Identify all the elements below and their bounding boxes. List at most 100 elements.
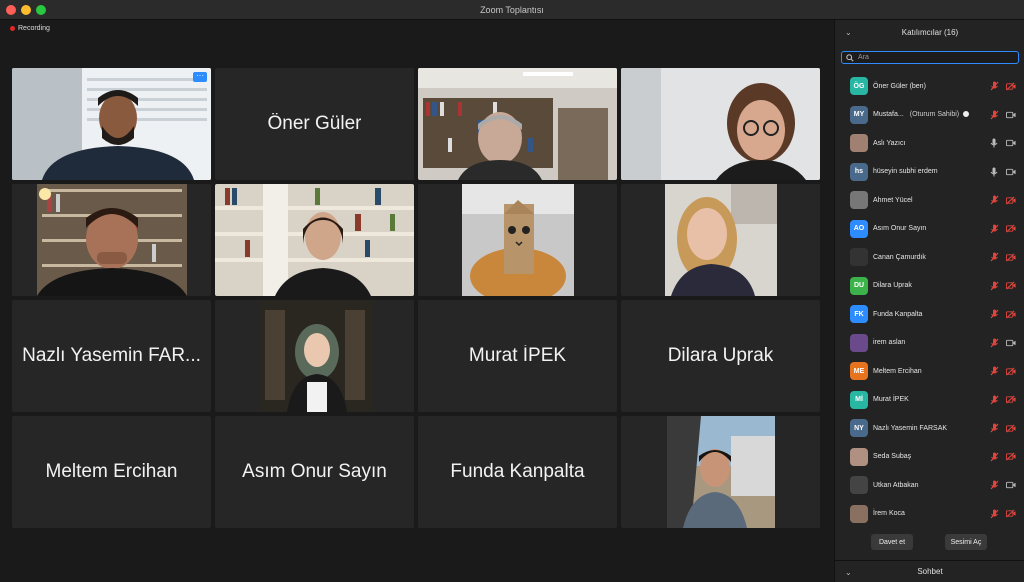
microphone-muted-icon[interactable] (989, 509, 999, 519)
participant-row[interactable]: AO Asım Onur Sayın (835, 215, 1024, 243)
participant-row[interactable]: irem aslan (835, 329, 1024, 357)
microphone-muted-icon[interactable] (989, 252, 999, 262)
participant-row[interactable]: NY Nazlı Yasemin FARSAK (835, 414, 1024, 442)
video-camera-off-icon[interactable] (1006, 452, 1016, 462)
participant-avatar: ÖG (850, 77, 868, 95)
participant-row[interactable]: Utkan Atbakan (835, 471, 1024, 499)
participant-row[interactable]: MY Mustafa... (Oturum Sahibi) (835, 101, 1024, 129)
video-tile-murat-ipek[interactable]: Murat İPEK (418, 300, 617, 412)
video-camera-off-icon[interactable] (1006, 395, 1016, 405)
participant-name: Utkan Atbakan (873, 482, 919, 489)
participant-row[interactable]: Seda Subaş (835, 443, 1024, 471)
microphone-muted-icon[interactable] (989, 480, 999, 490)
unmute-me-button[interactable]: Sesimi Aç (945, 534, 987, 550)
video-camera-off-icon[interactable] (1006, 81, 1016, 91)
video-tile-irem-koca[interactable] (215, 300, 414, 412)
microphone-muted-icon[interactable] (989, 423, 999, 433)
video-tile-seda[interactable] (621, 184, 820, 296)
participant-row[interactable]: ÖG Öner Güler (ben) (835, 72, 1024, 100)
participant-name: Seda Subaş (873, 453, 911, 460)
participant-row[interactable]: hs hüseyin subhi erdem (835, 158, 1024, 186)
video-camera-off-icon[interactable] (1006, 195, 1016, 205)
tile-participant-name: Meltem Ercihan (45, 461, 178, 482)
participant-name-text: Meltem Ercihan (873, 367, 922, 375)
video-tile-asli-yazici[interactable] (621, 68, 820, 180)
participant-row[interactable]: DU Dilara Uprak (835, 272, 1024, 300)
tile-participant-name: Murat İPEK (468, 345, 567, 366)
chat-header[interactable]: ⌄ Sohbet (835, 560, 1024, 582)
video-camera-off-icon[interactable] (1006, 252, 1016, 262)
participant-search-box[interactable] (841, 51, 1019, 64)
participant-name-text: Canan Çamurdık (873, 253, 926, 261)
microphone-muted-icon[interactable] (989, 195, 999, 205)
video-tile-meltem-ercihan[interactable]: Meltem Ercihan (12, 416, 211, 528)
video-camera-off-icon[interactable] (1006, 281, 1016, 291)
microphone-muted-icon[interactable] (989, 81, 999, 91)
participant-video (621, 68, 820, 180)
video-tile-oner-guler[interactable]: Öner Güler (215, 68, 414, 180)
video-camera-off-icon[interactable] (1006, 366, 1016, 376)
participant-video (12, 184, 211, 296)
video-camera-icon[interactable] (1006, 167, 1016, 177)
tile-participant-name: Öner Güler (267, 113, 362, 134)
participant-row[interactable]: Ahmet Yücel (835, 186, 1024, 214)
video-tile-nazli-yasemin[interactable]: Nazlı Yasemin FAR... (12, 300, 211, 412)
microphone-muted-icon[interactable] (989, 224, 999, 234)
participant-row[interactable]: İrem Koca (835, 500, 1024, 528)
participant-video (215, 184, 414, 296)
microphone-icon[interactable] (989, 138, 999, 148)
recording-indicator[interactable]: Recording (10, 25, 50, 32)
video-tile-mustafa[interactable]: ··· (12, 68, 211, 180)
participant-name-text: Mustafa... (873, 111, 904, 118)
video-tile-asim-onur-sayin[interactable]: Asım Onur Sayın (215, 416, 414, 528)
video-camera-off-icon[interactable] (1006, 309, 1016, 319)
video-camera-off-icon[interactable] (1006, 423, 1016, 433)
microphone-muted-icon[interactable] (989, 366, 999, 376)
microphone-muted-icon[interactable] (989, 338, 999, 348)
participant-row[interactable]: ME Meltem Ercihan (835, 357, 1024, 385)
maximize-window-button[interactable] (36, 5, 46, 15)
video-camera-off-icon[interactable] (1006, 509, 1016, 519)
minimize-window-button[interactable] (21, 5, 31, 15)
video-tile-funda-kanpalta[interactable]: Funda Kanpalta (418, 416, 617, 528)
participant-video (215, 300, 414, 412)
video-camera-icon[interactable] (1006, 338, 1016, 348)
participant-name-text: Murat İPEK (873, 396, 909, 403)
participant-name-text: Utkan Atbakan (873, 481, 919, 489)
video-tile-utkan[interactable] (621, 416, 820, 528)
participant-row[interactable]: Aslı Yazıcı (835, 129, 1024, 157)
microphone-muted-icon[interactable] (989, 309, 999, 319)
participant-avatar (850, 504, 868, 523)
participant-avatar: NY (850, 419, 868, 437)
video-camera-off-icon[interactable] (1006, 224, 1016, 234)
participant-row[interactable]: Canan Çamurdık (835, 243, 1024, 271)
video-camera-icon[interactable] (1006, 138, 1016, 148)
video-tile-huseyin[interactable] (418, 68, 617, 180)
video-tile-ahmet[interactable] (12, 184, 211, 296)
microphone-muted-icon[interactable] (989, 110, 999, 120)
microphone-muted-icon[interactable] (989, 452, 999, 462)
microphone-icon[interactable] (989, 167, 999, 177)
video-tile-dilara-uprak[interactable]: Dilara Uprak (621, 300, 820, 412)
participant-avatar: MY (850, 105, 868, 124)
participant-video (621, 184, 820, 296)
video-camera-icon[interactable] (1006, 480, 1016, 490)
participant-search-input[interactable] (858, 54, 1008, 61)
microphone-muted-icon[interactable] (989, 281, 999, 291)
close-window-button[interactable] (6, 5, 16, 15)
video-tile-canan[interactable] (215, 184, 414, 296)
microphone-muted-icon[interactable] (989, 395, 999, 405)
tile-participant-name: Asım Onur Sayın (242, 461, 387, 482)
participant-name: Canan Çamurdık (873, 254, 926, 261)
video-tile-irem-aslan[interactable] (418, 184, 617, 296)
expand-chevron-icon[interactable]: ⌄ (845, 568, 852, 577)
video-camera-icon[interactable] (1006, 110, 1016, 120)
invite-button[interactable]: Davet et (871, 534, 913, 550)
participant-avatar (850, 447, 868, 466)
collapse-chevron-icon[interactable]: ⌄ (845, 28, 852, 37)
participant-row[interactable]: FK Funda Kanpalta (835, 300, 1024, 328)
participant-name: İrem Koca (873, 510, 905, 517)
participant-row[interactable]: Mİ Murat İPEK (835, 386, 1024, 414)
tile-more-options-button[interactable]: ··· (193, 72, 207, 82)
participant-name-text: Asım Onur Sayın (873, 225, 927, 232)
